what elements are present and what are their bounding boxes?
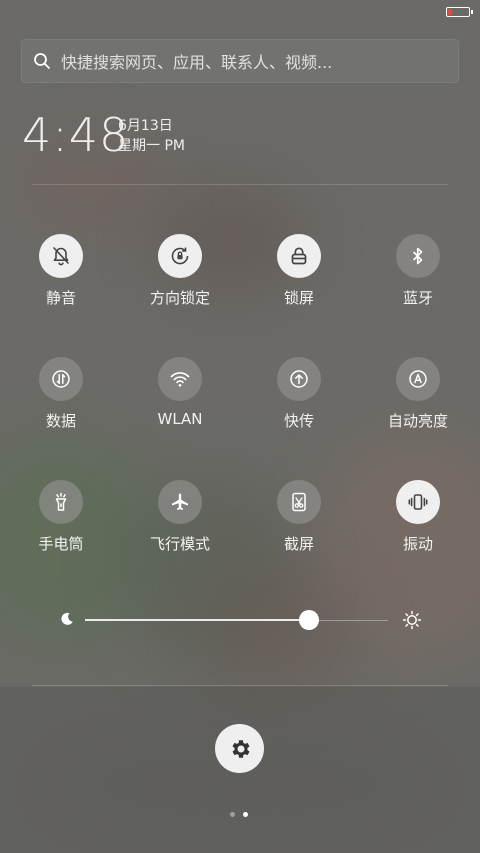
toggle-airplane[interactable]: 飞行模式 xyxy=(121,480,239,554)
airplane-icon xyxy=(172,493,188,510)
brightness-knob[interactable] xyxy=(299,610,320,630)
toggle-screenshot[interactable]: 截屏 xyxy=(240,480,358,554)
toggle-label: 数据 xyxy=(45,412,76,430)
settings-button[interactable] xyxy=(215,724,264,773)
toggle-label: WLAN xyxy=(157,410,203,428)
toggle-button[interactable] xyxy=(396,234,440,278)
search-placeholder: 快捷搜索网页、应用、联系人、视频... xyxy=(61,53,333,72)
toggle-button[interactable] xyxy=(39,234,83,278)
date-text: 6月13日 xyxy=(118,118,173,134)
toggle-label: 蓝牙 xyxy=(402,289,433,307)
lock-icon xyxy=(291,247,307,265)
toggle-mobile-data[interactable]: 数据 xyxy=(2,357,120,431)
toggle-button[interactable] xyxy=(158,480,202,524)
toggle-label: 自动亮度 xyxy=(387,412,448,430)
page-dot xyxy=(243,812,248,817)
toggle-button[interactable] xyxy=(158,357,202,401)
flashlight-icon xyxy=(55,492,67,511)
toggle-lock[interactable]: 锁屏 xyxy=(240,234,358,308)
brightness-track[interactable] xyxy=(85,610,388,630)
toggle-label: 振动 xyxy=(402,535,433,553)
toggle-button[interactable] xyxy=(39,480,83,524)
weekday-text: 星期一 PM xyxy=(118,138,185,154)
toggle-button[interactable] xyxy=(158,234,202,278)
vibrate-icon xyxy=(408,494,428,510)
toggle-vibrate[interactable]: 振动 xyxy=(359,480,477,554)
top-divider xyxy=(32,184,448,185)
toggle-button[interactable] xyxy=(39,357,83,401)
page-indicator xyxy=(230,812,248,817)
toggle-button[interactable] xyxy=(396,480,440,524)
bell-off-icon xyxy=(53,247,69,266)
sun-icon xyxy=(402,610,422,630)
toggle-label: 方向锁定 xyxy=(149,289,210,307)
bottom-divider xyxy=(32,685,448,686)
clock-time: 4:48 xyxy=(22,108,130,162)
page-dot xyxy=(230,812,235,817)
toggle-button[interactable] xyxy=(277,480,321,524)
toggle-label: 飞行模式 xyxy=(149,535,210,553)
auto-brightness-icon xyxy=(409,370,427,388)
toggle-bluetooth[interactable]: 蓝牙 xyxy=(359,234,477,308)
wifi-icon xyxy=(170,372,190,387)
toggle-label: 手电筒 xyxy=(38,535,84,553)
screenshot-icon xyxy=(292,492,306,512)
toggle-label: 锁屏 xyxy=(283,289,314,307)
toggle-label: 静音 xyxy=(45,289,76,307)
toggle-button[interactable] xyxy=(396,357,440,401)
toggle-bell-off[interactable]: 静音 xyxy=(2,234,120,308)
brightness-fill xyxy=(85,619,310,621)
brightness-slider[interactable] xyxy=(60,608,422,632)
toggle-wifi[interactable]: WLAN xyxy=(121,357,239,428)
toggle-button[interactable] xyxy=(277,234,321,278)
mobile-data-icon xyxy=(52,370,70,388)
battery-icon xyxy=(446,7,473,17)
toggle-button[interactable] xyxy=(277,357,321,401)
clock-date: 6月13日 星期一 PM xyxy=(118,116,185,156)
toggle-label: 截屏 xyxy=(283,535,314,553)
toggle-transfer[interactable]: 快传 xyxy=(240,357,358,431)
search-icon xyxy=(34,53,50,69)
moon-icon xyxy=(61,612,73,625)
rotation-lock-icon xyxy=(171,247,189,265)
toggle-label: 快传 xyxy=(283,412,314,430)
toggle-rotation-lock[interactable]: 方向锁定 xyxy=(121,234,239,308)
gear-icon xyxy=(232,739,249,758)
bluetooth-icon xyxy=(412,247,423,265)
toggle-auto-brightness[interactable]: 自动亮度 xyxy=(359,357,477,431)
control-center: 快捷搜索网页、应用、联系人、视频... 4:48 6月13日 星期一 PM 静音… xyxy=(0,0,480,853)
toggle-flashlight[interactable]: 手电筒 xyxy=(2,480,120,554)
search-bar[interactable]: 快捷搜索网页、应用、联系人、视频... xyxy=(21,39,459,83)
transfer-icon xyxy=(290,370,308,388)
